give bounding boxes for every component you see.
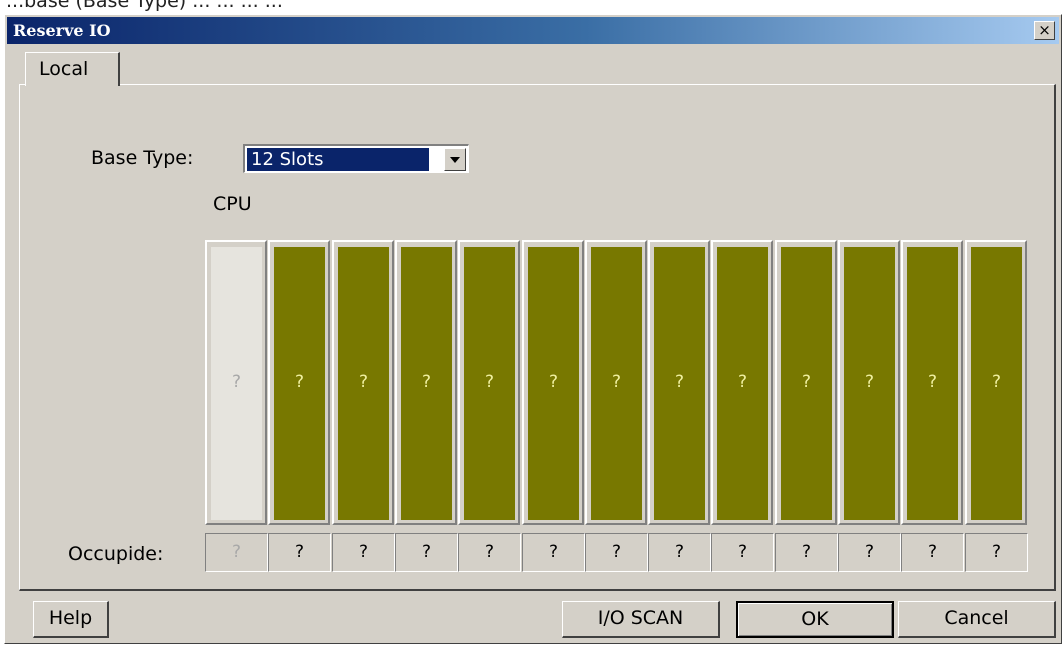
window-title: Reserve IO	[13, 21, 111, 40]
background-app-text: ...base (Base Type) ... ... ... ...	[0, 0, 1064, 14]
close-button[interactable]: ×	[1034, 21, 1055, 40]
io-scan-button[interactable]: I/O SCAN	[562, 601, 720, 638]
title-bar[interactable]: Reserve IO ×	[7, 17, 1059, 44]
tab-panel-local	[19, 84, 1056, 591]
tab-local[interactable]: Local	[25, 52, 120, 86]
help-button[interactable]: Help	[33, 601, 109, 638]
tab-local-label: Local	[39, 58, 89, 80]
close-icon: ×	[1038, 21, 1051, 39]
ok-button[interactable]: OK	[736, 601, 894, 638]
cancel-button[interactable]: Cancel	[898, 601, 1056, 638]
background-text: ...base (Base Type) ... ... ... ...	[6, 0, 283, 12]
